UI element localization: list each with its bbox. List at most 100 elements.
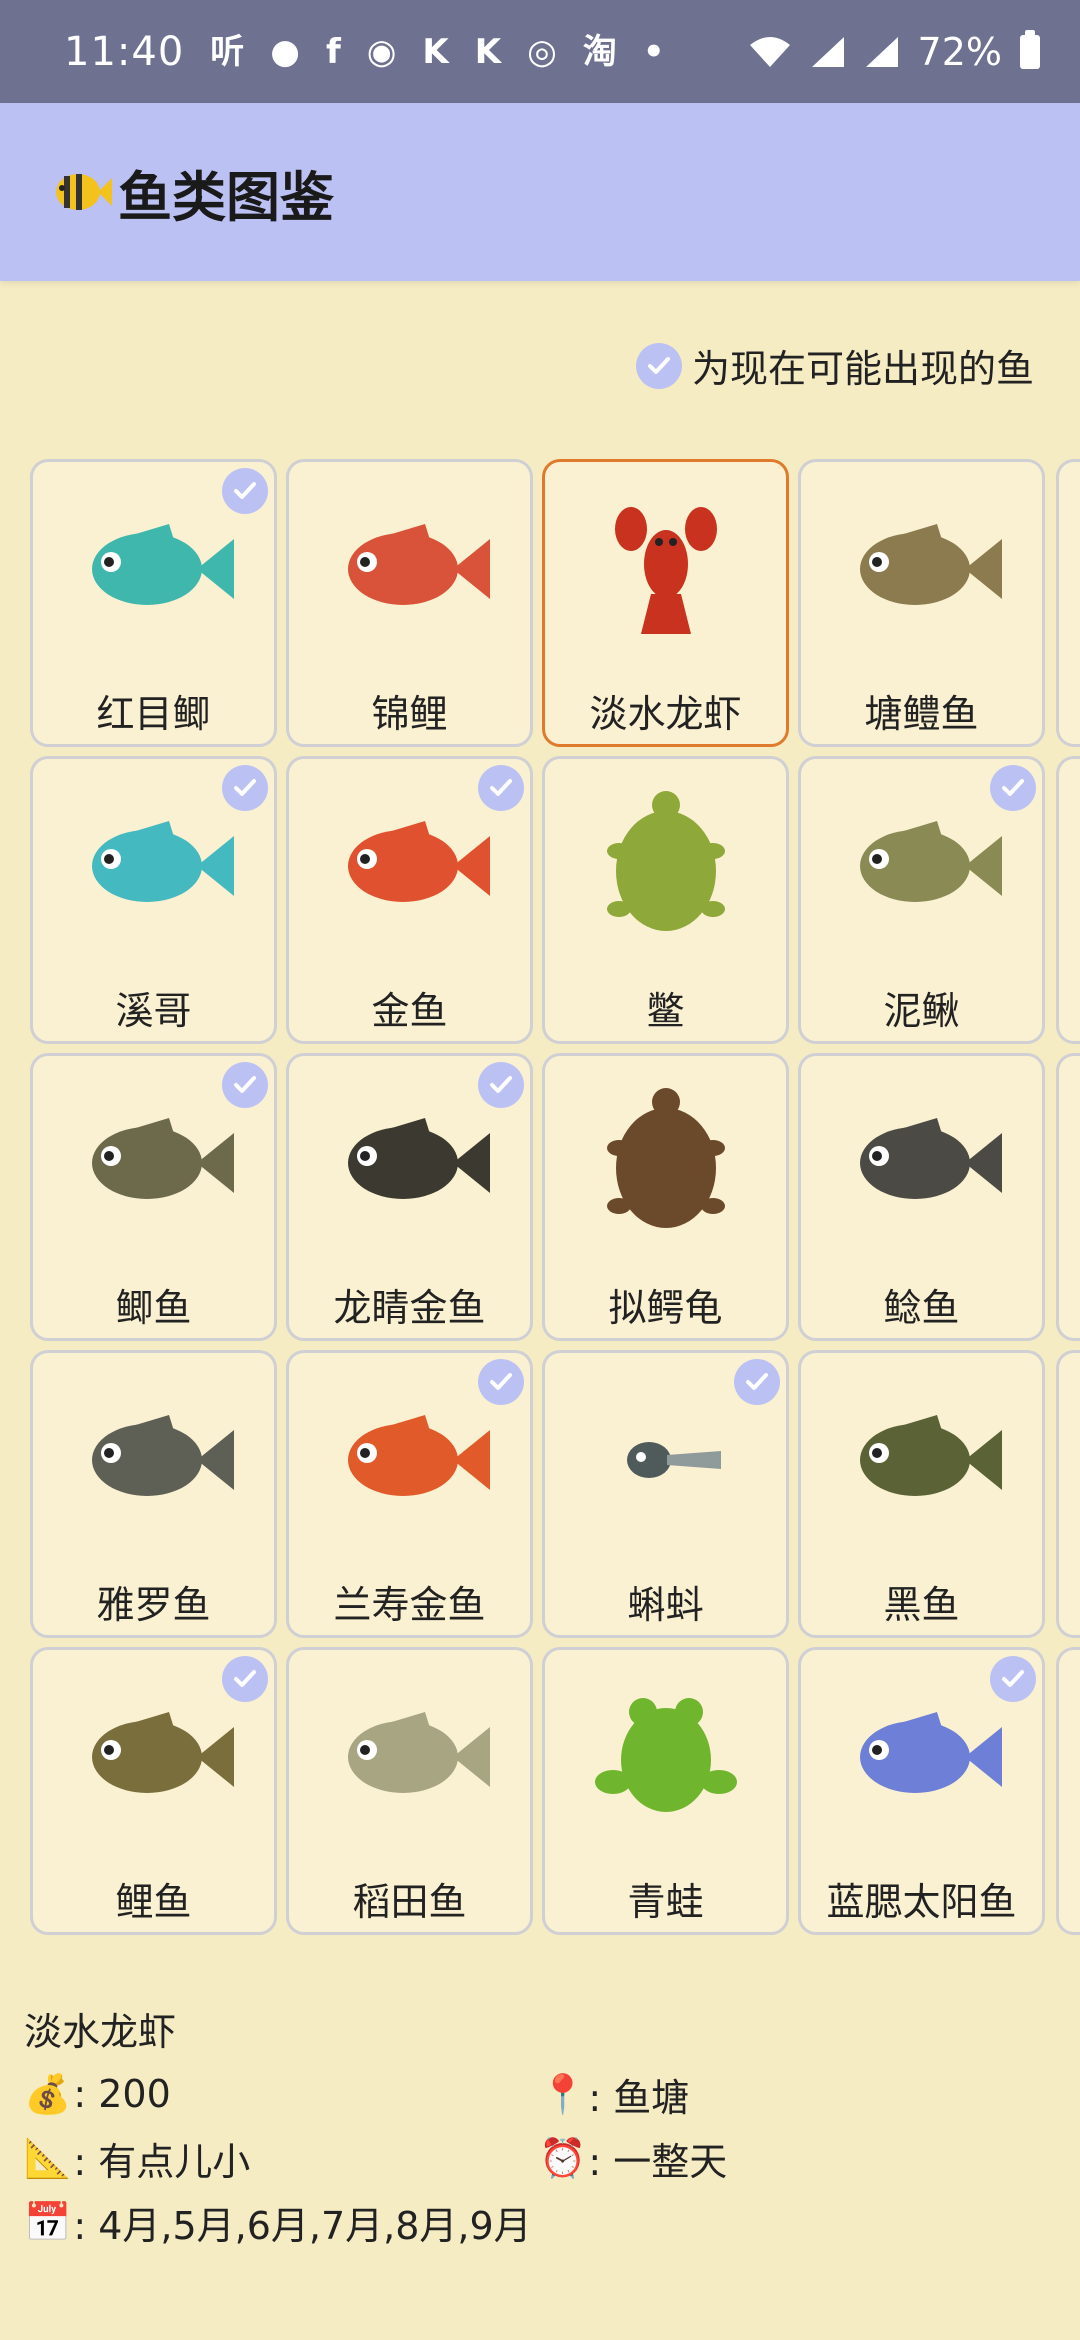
offscreen-card-edge[interactable] (1056, 1053, 1080, 1341)
tadpole-icon (626, 1442, 721, 1479)
available-check-icon (222, 1062, 268, 1108)
wifi-icon (749, 36, 790, 67)
k-app-icon: K (422, 31, 449, 72)
fish-icon (91, 524, 234, 606)
alarm-clock-icon: ⏰ (539, 2135, 587, 2180)
creature-name: 鲫鱼 (115, 1286, 192, 1330)
creature-card[interactable]: 龙睛金鱼 (286, 1053, 533, 1341)
available-check-icon (990, 1656, 1036, 1702)
creature-name: 锦鲤 (371, 692, 448, 736)
calendar-icon: 📅 (24, 2199, 72, 2244)
tropical-fish-icon (56, 174, 112, 210)
creature-card[interactable]: 青蛙 (542, 1647, 789, 1935)
creature-card[interactable]: 鲫鱼 (30, 1053, 277, 1341)
creature-card[interactable]: 锦鲤 (286, 459, 533, 747)
available-check-icon (478, 1359, 524, 1405)
fish-icon (347, 821, 490, 903)
creature-card[interactable]: 金鱼 (286, 756, 533, 1044)
creature-card[interactable]: 蝌蚪 (542, 1350, 789, 1638)
page-title: 鱼类图鉴 (118, 165, 334, 229)
facebook-icon: f (325, 31, 341, 72)
creature-card[interactable]: 鲶鱼 (798, 1053, 1045, 1341)
available-check-icon (222, 468, 268, 514)
fish-icon (347, 1712, 490, 1794)
fish-icon (859, 1118, 1002, 1200)
creature-name: 雅罗鱼 (96, 1583, 211, 1627)
creature-grid: 红目鲫 锦鲤 淡水龙虾 塘鳢鱼溪哥 金鱼 鳖 泥鳅鲫鱼 龙睛金鱼 拟鳄龟 鲶鱼雅罗鱼 兰寿金鱼 蝌蚪 黑… (30, 459, 1045, 1935)
dot-icon: • (642, 31, 665, 72)
creature-name: 鲤鱼 (115, 1880, 192, 1924)
message-icon: ● (270, 31, 300, 72)
k-app-icon-2: K (474, 31, 502, 72)
turtle-icon (606, 791, 725, 932)
creature-name: 青蛙 (627, 1880, 704, 1924)
lobster-icon (614, 507, 717, 635)
creature-card[interactable]: 拟鳄龟 (542, 1053, 789, 1341)
creature-name: 蝌蚪 (627, 1583, 704, 1627)
location-pin-icon: 📍 (539, 2071, 587, 2116)
detail-months: : 4月,5月,6月,7月,8月,9月 (73, 2203, 532, 2248)
taobao-icon: 淘 (582, 31, 617, 72)
creature-card[interactable]: 稻田鱼 (286, 1647, 533, 1935)
creature-card[interactable]: 鳖 (542, 756, 789, 1044)
signal-roaming-icon (865, 36, 898, 67)
weibo-icon: ◉ (366, 31, 397, 72)
offscreen-card-edge[interactable] (1056, 756, 1080, 1044)
fish-icon (347, 1118, 490, 1200)
available-check-icon (734, 1359, 780, 1405)
offscreen-card-edge[interactable] (1056, 1350, 1080, 1638)
fish-icon (859, 524, 1002, 606)
creature-name: 稻田鱼 (352, 1880, 467, 1924)
creature-name: 塘鳢鱼 (864, 692, 979, 736)
detail-name: 淡水龙虾 (24, 2010, 177, 2054)
creature-card[interactable]: 黑鱼 (798, 1350, 1045, 1638)
available-check-icon (222, 1656, 268, 1702)
detail-price: : 200 (73, 2072, 171, 2116)
creature-name: 拟鳄龟 (608, 1286, 723, 1330)
fish-icon (91, 1118, 234, 1200)
detail-panel: 淡水龙虾 💰 : 200 📍 : 鱼塘 📐 : 有点儿小 ⏰ : 一整天 📅 :… (24, 2002, 1054, 2254)
available-check-icon (478, 765, 524, 811)
creature-name: 金鱼 (371, 989, 448, 1033)
fish-icon (91, 821, 234, 903)
money-bag-icon: 💰 (24, 2071, 72, 2116)
creature-name: 龙睛金鱼 (333, 1286, 486, 1330)
offscreen-card-edge[interactable] (1056, 459, 1080, 747)
fish-icon (859, 1712, 1002, 1794)
available-check-icon (222, 765, 268, 811)
battery-percent: 72% (917, 29, 1002, 74)
creature-name: 红目鲫 (96, 692, 211, 736)
creature-card[interactable]: 鲤鱼 (30, 1647, 277, 1935)
creature-name: 黑鱼 (883, 1583, 960, 1627)
ruler-icon: 📐 (24, 2135, 72, 2180)
available-check-icon (990, 765, 1036, 811)
fish-icon (859, 821, 1002, 903)
status-bar: 11:40 听 ● f ◉ K K ◎ 淘 • 72% (0, 0, 1080, 103)
creature-name: 溪哥 (115, 989, 192, 1033)
available-check-icon (478, 1062, 524, 1108)
status-time: 11:40 (64, 28, 185, 75)
creature-card[interactable]: 淡水龙虾 (542, 459, 789, 747)
creature-card[interactable]: 蓝腮太阳鱼 (798, 1647, 1045, 1935)
ting-app-icon: 听 (210, 31, 245, 72)
creature-card[interactable]: 雅罗鱼 (30, 1350, 277, 1638)
signal-icon (811, 36, 844, 67)
target-icon: ◎ (527, 31, 557, 72)
notification-icons: 听 ● f ◉ K K ◎ 淘 • (210, 35, 664, 69)
creature-card[interactable]: 塘鳢鱼 (798, 459, 1045, 747)
creature-name: 鲶鱼 (883, 1286, 960, 1330)
creature-card[interactable]: 溪哥 (30, 756, 277, 1044)
fish-icon (859, 1415, 1002, 1497)
creature-name: 鳖 (646, 989, 685, 1033)
creature-card[interactable]: 兰寿金鱼 (286, 1350, 533, 1638)
detail-time: : 一整天 (588, 2139, 728, 2184)
creature-card[interactable]: 红目鲫 (30, 459, 277, 747)
creature-name: 泥鳅 (883, 989, 960, 1033)
fish-icon (347, 524, 490, 606)
legend-text: 为现在可能出现的鱼 (691, 347, 1034, 391)
creature-card[interactable]: 泥鳅 (798, 756, 1045, 1044)
detail-location: : 鱼塘 (588, 2075, 690, 2120)
fish-icon (347, 1415, 490, 1497)
creature-name: 蓝腮太阳鱼 (826, 1880, 1017, 1924)
offscreen-card-edge[interactable] (1056, 1647, 1080, 1935)
